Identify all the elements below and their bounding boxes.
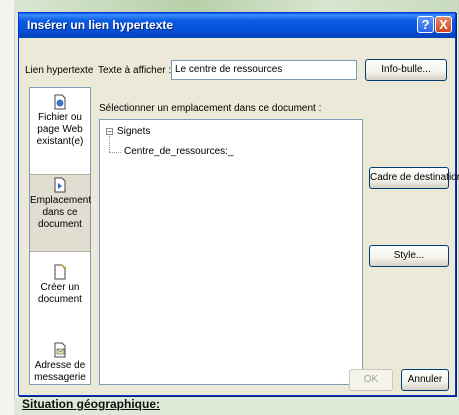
cancel-button[interactable]: Annuler	[401, 369, 449, 391]
link-target-label: Créer un document	[38, 282, 82, 305]
close-button[interactable]: X	[435, 16, 452, 33]
background-document-margin	[0, 0, 15, 415]
link-target-label: Fichier ou page Web existant(e)	[36, 112, 84, 147]
help-button[interactable]: ?	[417, 16, 434, 33]
place-in-document-icon	[54, 177, 66, 193]
link-to-label: Lien hypertexte	[25, 65, 94, 76]
select-place-label: Sélectionner un emplacement dans ce docu…	[99, 103, 322, 114]
tree-connector	[109, 152, 121, 153]
link-target-create-document[interactable]: Créer un document	[30, 264, 90, 306]
email-address-icon	[54, 342, 66, 358]
link-target-label: Emplacement dans ce document	[30, 195, 92, 230]
text-to-display-label: Texte à afficher :	[98, 65, 172, 76]
insert-hyperlink-dialog: Insérer un lien hypertexte ? X Lien hype…	[18, 12, 459, 396]
target-frame-button[interactable]: Cadre de destination...	[369, 167, 459, 189]
tree-node-bookmark[interactable]: Centre_de_ressources:_	[124, 146, 234, 157]
link-target-existing-file[interactable]: Fichier ou page Web existant(e)	[30, 94, 90, 148]
link-to-panel: Fichier ou page Web existant(e) Emplacem…	[29, 87, 91, 385]
link-target-label: Adresse de messagerie	[34, 360, 86, 383]
text-to-display-input[interactable]: Le centre de ressources	[171, 60, 357, 80]
dialog-title: Insérer un lien hypertexte	[27, 18, 174, 32]
collapse-icon[interactable]: −	[106, 128, 113, 136]
existing-file-icon	[54, 94, 66, 110]
style-button[interactable]: Style...	[369, 245, 449, 267]
ok-button[interactable]: OK	[349, 369, 393, 391]
link-target-email-address[interactable]: Adresse de messagerie	[30, 342, 90, 384]
link-target-place-in-document[interactable]: Emplacement dans ce document	[30, 174, 92, 252]
screentip-button[interactable]: Info-bulle...	[365, 59, 447, 81]
tree-node-bookmarks[interactable]: Signets	[117, 126, 150, 137]
background-document-heading: Situation géographique:	[22, 397, 160, 411]
dialog-titlebar[interactable]: Insérer un lien hypertexte ? X	[19, 13, 455, 38]
tree-connector	[109, 136, 110, 152]
bookmark-tree[interactable]: − Signets Centre_de_ressources:_	[99, 119, 363, 385]
create-document-icon	[54, 264, 67, 280]
